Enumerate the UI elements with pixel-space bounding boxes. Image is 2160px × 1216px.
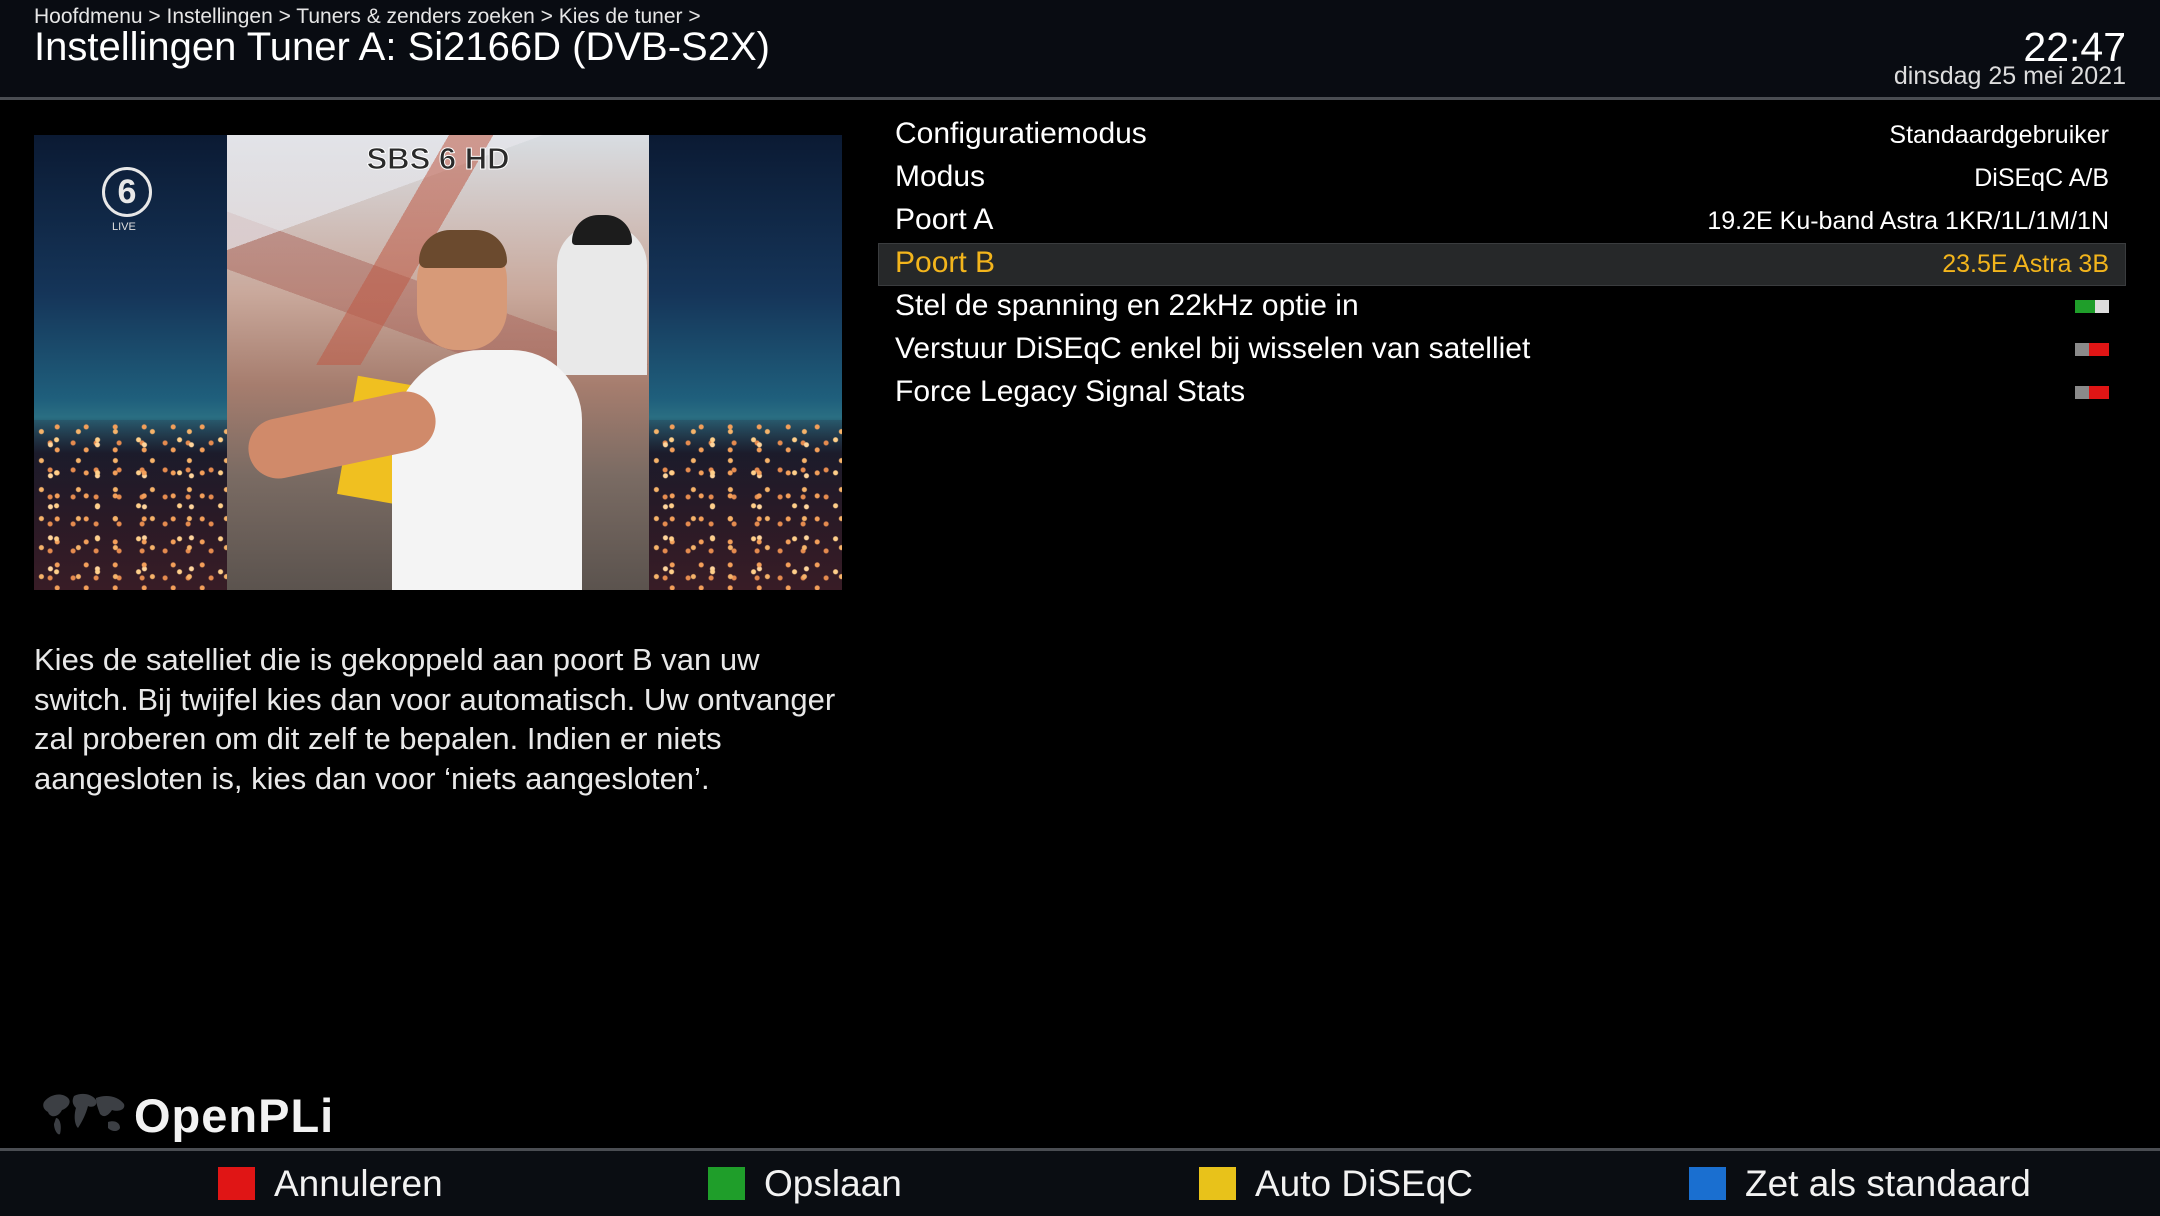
blue-key-icon	[1689, 1167, 1726, 1200]
setting-row-modus[interactable]: Modus DiSEqC A/B	[878, 157, 2126, 200]
city-lights-right	[649, 420, 842, 590]
red-button-label: Annuleren	[274, 1163, 443, 1204]
header-divider	[0, 97, 2160, 100]
settings-list[interactable]: Configuratiemodus Standaardgebruiker Mod…	[878, 114, 2126, 415]
toggle-on-icon[interactable]	[2075, 300, 2109, 313]
setting-row-configuratiemodus[interactable]: Configuratiemodus Standaardgebruiker	[878, 114, 2126, 157]
photo-person-shirt	[392, 350, 582, 590]
header-bar: Hoofdmenu > Instellingen > Tuners & zend…	[0, 0, 2160, 97]
city-lights-left	[34, 420, 227, 590]
setting-label: Configuratiemodus	[895, 117, 1147, 150]
setting-label: Poort A	[895, 203, 994, 236]
channel-logo-icon: 6	[102, 167, 152, 217]
setting-value: 19.2E Ku-band Astra 1KR/1L/1M/1N	[1707, 207, 2109, 235]
green-button-label: Opslaan	[764, 1163, 902, 1204]
footer-bar: Annuleren Opslaan Auto DiSEqC Zet als st…	[0, 1151, 2160, 1216]
help-description: Kies de satelliet die is gekoppeld aan p…	[34, 642, 836, 796]
setting-value: DiSEqC A/B	[1974, 164, 2109, 192]
red-key-icon	[218, 1167, 255, 1200]
toggle-off-icon[interactable]	[2075, 386, 2109, 399]
tv-preview: 6 LIVE SBS 6 HD	[34, 135, 842, 590]
setting-value: 23.5E Astra 3B	[1942, 250, 2109, 278]
setting-row-poort-b[interactable]: Poort B 23.5E Astra 3B	[878, 243, 2126, 286]
preview-right-panel	[649, 135, 842, 590]
setting-label: Modus	[895, 160, 986, 193]
channel-name: SBS 6 HD	[366, 141, 510, 177]
photo-person-hair	[419, 230, 507, 268]
date: dinsdag 25 mei 2021	[1893, 62, 2126, 90]
green-key-icon	[708, 1167, 745, 1200]
channel-logo-sub: LIVE	[112, 221, 136, 233]
setting-row-spanning-22khz[interactable]: Stel de spanning en 22kHz optie in	[878, 286, 2126, 329]
yellow-button-label: Auto DiSEqC	[1255, 1163, 1473, 1204]
setting-label: Verstuur DiSEqC enkel bij wisselen van s…	[895, 332, 1531, 365]
preview-left-panel: 6 LIVE	[34, 135, 227, 590]
world-map-icon	[43, 1093, 125, 1135]
yellow-key-icon	[1199, 1167, 1236, 1200]
photo-background-person	[557, 225, 647, 375]
blue-button-label: Zet als standaard	[1745, 1163, 2031, 1204]
openpli-logo: OpenPLi	[134, 1089, 335, 1142]
setting-value: Standaardgebruiker	[1889, 121, 2109, 149]
page-title: Instellingen Tuner A: Si2166D (DVB-S2X)	[34, 25, 770, 69]
preview-photo: SBS 6 HD	[227, 135, 649, 590]
setting-row-verstuur-diseqc[interactable]: Verstuur DiSEqC enkel bij wisselen van s…	[878, 329, 2126, 372]
setting-label: Stel de spanning en 22kHz optie in	[895, 289, 1359, 322]
setting-label: Poort B	[895, 246, 996, 279]
setting-row-force-legacy[interactable]: Force Legacy Signal Stats	[878, 372, 2126, 415]
setting-label: Force Legacy Signal Stats	[895, 375, 1246, 408]
toggle-off-icon[interactable]	[2075, 343, 2109, 356]
setting-row-poort-a[interactable]: Poort A 19.2E Ku-band Astra 1KR/1L/1M/1N	[878, 200, 2126, 243]
